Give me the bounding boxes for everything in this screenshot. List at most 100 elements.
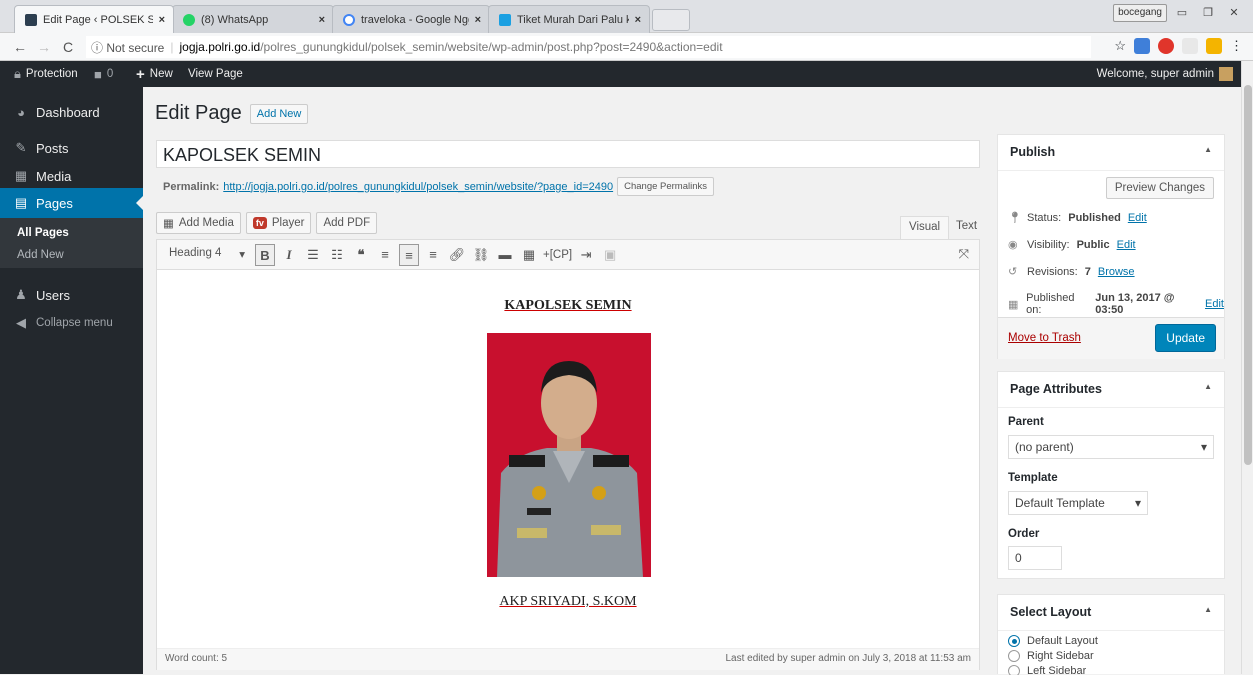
not-secure-label[interactable]: ⓘ Not secure [91,39,164,56]
page-attributes-header[interactable]: Page Attributes ▲ [998,372,1224,408]
add-new-button[interactable]: Add New [249,103,309,124]
close-window-icon[interactable]: ✕ [1223,4,1245,22]
adminbar-comments[interactable]: ■ 0 [94,61,113,87]
parent-select[interactable]: (no parent) ▾ [1008,435,1214,459]
layout-option-label: Right Sidebar [1027,650,1094,662]
profile-badge[interactable]: bocegang [1113,4,1167,22]
tab-visual[interactable]: Visual [900,216,950,240]
add-pdf-button[interactable]: Add PDF [316,212,378,234]
submenu-add-new[interactable]: Add New [0,244,143,266]
update-button[interactable]: Update [1155,324,1216,352]
sidebar-item-dashboard[interactable]: ◕ Dashboard [0,97,143,127]
bullet-list-icon[interactable]: ☰ [303,244,323,266]
tab-tiket[interactable]: Tiket Murah Dari Palu ke × [488,5,650,33]
back-icon[interactable]: ← [10,39,30,55]
format-select[interactable]: Heading 4 ▾ [163,244,251,266]
published-label: Published on: [1026,292,1075,316]
browse-revisions-link[interactable]: Browse [1098,266,1135,278]
tab-close-icon[interactable]: × [159,14,165,26]
sidebar-item-posts[interactable]: ✎ Posts [0,133,143,163]
minimize-icon[interactable]: ▭ [1171,4,1193,22]
publish-box-header[interactable]: Publish ▲ [998,135,1224,171]
align-right-icon[interactable]: ≡ [423,244,443,266]
post-title-input[interactable]: KAPOLSEK SEMIN [156,140,980,168]
layout-option-right[interactable]: Right Sidebar [1008,650,1094,662]
extension-icon[interactable] [1206,38,1222,54]
chevron-up-icon[interactable]: ▲ [1204,382,1212,397]
page-scrollbar[interactable] [1241,61,1253,674]
tab-edit-page[interactable]: Edit Page ‹ POLSEK SEMI × [14,5,174,33]
tab-whatsapp[interactable]: (8) WhatsApp × [172,5,334,33]
comment-count: 0 [106,68,114,80]
tab-title: Tiket Murah Dari Palu ke [517,13,629,26]
radio-checked-icon[interactable] [1008,635,1020,647]
permalink-row: Permalink: http://jogja.polri.go.id/polr… [163,177,715,196]
users-icon: ♟ [15,287,27,302]
visibility-edit-link[interactable]: Edit [1117,239,1136,251]
bookmark-star-icon[interactable]: ☆ [1114,38,1126,54]
tab-title: Edit Page ‹ POLSEK SEMI [43,13,153,26]
comment-icon: ■ [94,66,102,82]
adminbar-account[interactable]: Welcome, super admin [1097,61,1233,87]
link-icon[interactable]: 🔗︎ [447,244,467,266]
align-left-icon[interactable]: ≡ [375,244,395,266]
radio-icon[interactable] [1008,650,1020,662]
italic-icon[interactable]: I [279,244,299,266]
extension-icon[interactable] [1182,38,1198,54]
chrome-menu-icon[interactable]: ⋮ [1230,38,1243,54]
blockquote-icon[interactable]: ❝ [351,244,371,266]
change-permalinks-button[interactable]: Change Permalinks [617,177,715,196]
tab-close-icon[interactable]: × [635,14,641,26]
template-label: Template [1008,472,1058,484]
maximize-icon[interactable]: ❐ [1197,4,1219,22]
fv-player-icon: fv [252,217,267,229]
read-more-icon[interactable]: ▬ [495,244,515,266]
reload-icon[interactable]: C [58,39,78,55]
url-input[interactable]: ⓘ Not secure | jogja.polri.go.id /polres… [86,36,1091,58]
sidebar-item-media[interactable]: ▦ Media [0,161,143,191]
tab-text[interactable]: Text [948,216,985,240]
template-select[interactable]: Default Template ▾ [1008,491,1148,515]
layout-option-default[interactable]: Default Layout [1008,635,1098,647]
toolbar-toggle-icon[interactable]: ▦ [519,244,539,266]
collapse-menu-button[interactable]: ◀ Collapse menu [0,308,143,338]
chevron-up-icon[interactable]: ▲ [1204,145,1212,160]
cp-shortcode-button[interactable]: +[CP] [543,244,572,266]
adminbar-protection[interactable]: 🔒︎ Protection [14,61,78,87]
sidebar-item-users[interactable]: ♟ Users [0,280,143,310]
tab-close-icon[interactable]: × [319,14,325,26]
publish-actions: Move to Trash Update [998,317,1224,359]
bold-icon[interactable]: B [255,243,275,266]
table-icon[interactable]: ▣ [600,244,620,266]
adminbar-view-page[interactable]: View Page [188,61,243,87]
tab-google[interactable]: traveloka - Google Nggo × [332,5,490,33]
tab-close-icon[interactable]: × [475,14,481,26]
numbered-list-icon[interactable]: ☷ [327,244,347,266]
order-input[interactable]: 0 [1008,546,1062,570]
pages-icon: ▤ [14,195,28,210]
align-center-icon[interactable]: ≡ [399,243,419,266]
adminbar-new[interactable]: + New [136,61,173,87]
new-tab-button[interactable] [652,9,690,31]
published-edit-link[interactable]: Edit [1205,298,1224,310]
editor-content[interactable]: KAPOLSEK SEMIN AKP SRIYADI, S.KOM [157,270,979,648]
unlink-icon[interactable]: ⛓ [471,244,491,266]
add-media-button[interactable]: ▦ Add Media [156,212,241,234]
permalink-link[interactable]: http://jogja.polri.go.id/polres_gunungki… [223,181,613,193]
select-layout-header[interactable]: Select Layout ▲ [998,595,1224,631]
scrollbar-thumb[interactable] [1244,85,1252,465]
extension-icon[interactable] [1134,38,1150,54]
adblock-icon[interactable] [1158,38,1174,54]
collapse-menu-label: Collapse menu [36,317,113,329]
player-button[interactable]: fv Player [245,212,312,234]
move-to-trash-link[interactable]: Move to Trash [1008,332,1081,344]
sidebar-item-pages[interactable]: ▤ Pages [0,188,143,218]
chevron-up-icon[interactable]: ▲ [1204,605,1212,620]
fullscreen-icon[interactable]: ⤧ [959,246,969,262]
status-edit-link[interactable]: Edit [1128,212,1147,224]
submenu-all-pages[interactable]: All Pages [0,222,143,244]
preview-changes-button[interactable]: Preview Changes [1105,177,1214,199]
forward-icon[interactable]: → [34,39,54,55]
insert-icon[interactable]: ⇥ [576,244,596,266]
editor-toolbar: Heading 4 ▾ B I ☰ ☷ ❝ ≡ ≡ ≡ 🔗︎ ⛓ ▬ ▦ +[C… [157,240,979,270]
